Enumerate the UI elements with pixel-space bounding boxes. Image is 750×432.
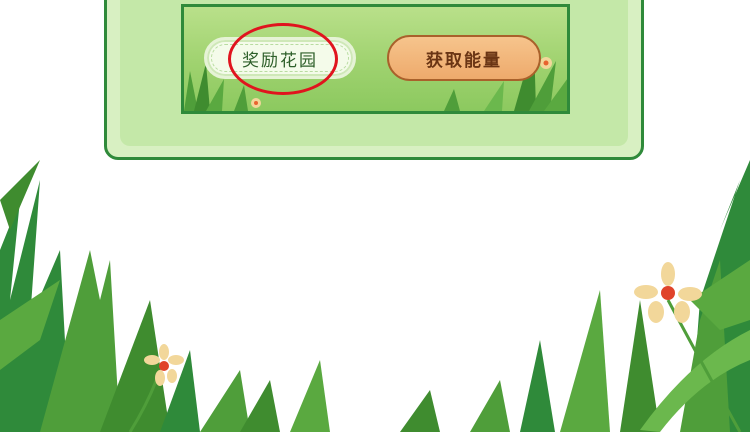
grass-decoration	[0, 160, 750, 432]
